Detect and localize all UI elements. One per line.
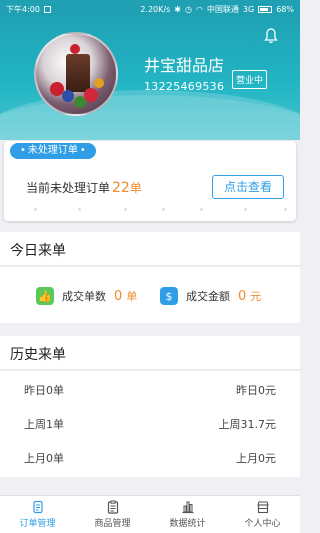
history-count: 上月0单	[24, 452, 64, 465]
bell-icon[interactable]	[264, 28, 278, 44]
today-orders-header: 今日来单	[0, 232, 300, 266]
alarm-icon: ◷	[184, 4, 192, 14]
pending-orders-title: 未处理订单	[10, 143, 96, 159]
history-amount: 上月0元	[236, 452, 276, 465]
shop-avatar[interactable]	[34, 32, 118, 116]
pending-orders-summary: 当前未处理订单 22单	[26, 179, 142, 196]
pending-orders-count: 22	[112, 180, 130, 196]
shop-phone: 13225469536	[144, 80, 225, 93]
today-order-amount: $ 成交金额 0 元	[160, 287, 261, 305]
network-type: 3G	[242, 4, 255, 14]
history-amount: 上周31.7元	[218, 418, 277, 431]
shop-name: 井宝甜品店	[144, 56, 225, 75]
today-orders-stats: 👍 成交单数 0 单 $ 成交金额 0 元	[0, 267, 300, 323]
history-amount: 昨日0元	[236, 384, 276, 397]
tab-profile[interactable]: 个人中心	[225, 496, 300, 533]
tab-statistics[interactable]: 数据统计	[150, 496, 225, 533]
today-order-count: 👍 成交单数 0 单	[36, 287, 137, 305]
network-speed: 2.20K/s	[140, 4, 171, 14]
history-row-yesterday: 昨日0单 昨日0元	[0, 371, 300, 405]
history-count: 昨日0单	[24, 384, 64, 397]
status-time: 下午4:00	[6, 4, 40, 14]
today-order-amount-value: 0	[238, 288, 247, 304]
cake-image	[66, 54, 90, 92]
thumbs-up-icon: 👍	[36, 287, 54, 305]
today-orders-title: 今日来单	[10, 243, 66, 259]
tab-products[interactable]: 商品管理	[75, 496, 150, 533]
pending-orders-unit: 单	[129, 181, 142, 195]
battery-icon	[258, 5, 273, 13]
pending-orders-label: 当前未处理订单	[26, 181, 111, 195]
shop-header: 井宝甜品店 13225469536 营业中	[0, 18, 300, 140]
today-order-amount-label: 成交金额	[186, 290, 230, 303]
view-pending-button[interactable]: 点击查看	[212, 175, 284, 199]
pending-orders-card: 未处理订单 当前未处理订单22单 点击查看	[4, 141, 296, 221]
tab-orders[interactable]: 订单管理	[0, 496, 75, 533]
clipboard-icon	[107, 500, 118, 514]
tab-profile-label: 个人中心	[244, 519, 281, 529]
status-badge: 营业中	[232, 70, 268, 89]
tab-products-label: 商品管理	[94, 519, 131, 529]
today-order-count-label: 成交单数	[62, 290, 106, 303]
today-order-count-value: 0	[114, 288, 123, 304]
tab-orders-label: 订单管理	[19, 519, 56, 529]
history-row-last-week: 上周1单 上周31.7元	[0, 405, 300, 439]
wifi-icon: ◠	[195, 4, 203, 14]
orders-icon	[32, 500, 43, 514]
history-count: 上周1单	[24, 418, 64, 431]
tab-statistics-label: 数据统计	[169, 519, 206, 529]
battery-percent: 68%	[276, 4, 294, 14]
history-orders-title: 历史来单	[10, 347, 66, 363]
today-order-count-unit: 单	[126, 290, 138, 303]
status-bar: 下午4:00 2.20K/s ✱ ◷ ◠ 中国联通 3G 68%	[0, 0, 300, 18]
shield-icon	[43, 5, 51, 13]
card-decoration	[4, 207, 296, 213]
today-order-amount-unit: 元	[250, 290, 262, 303]
store-icon	[256, 501, 269, 514]
history-orders-header: 历史来单	[0, 336, 300, 370]
history-orders-list: 昨日0单 昨日0元 上周1单 上周31.7元 上月0单 上月0元	[0, 371, 300, 477]
bottom-tab-bar: 订单管理 商品管理 数据统计 个人中心	[0, 495, 300, 533]
carrier-name: 中国联通	[206, 4, 239, 14]
history-row-last-month: 上月0单 上月0元	[0, 439, 300, 473]
money-icon: $	[160, 287, 178, 305]
bar-chart-icon	[182, 501, 193, 514]
bluetooth-icon: ✱	[174, 4, 181, 14]
